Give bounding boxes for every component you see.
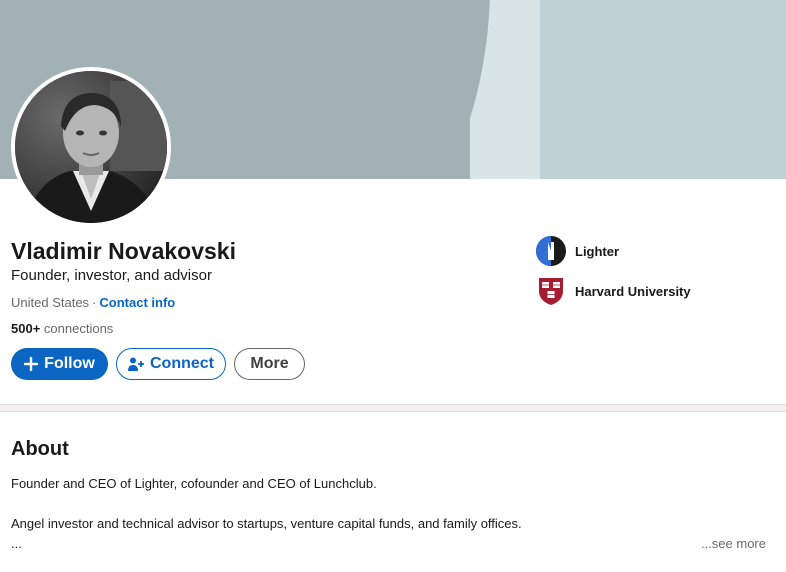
harvard-shield-icon <box>535 275 567 307</box>
connections-number: 500+ <box>11 321 41 336</box>
about-heading: About <box>11 438 69 460</box>
add-person-icon <box>128 357 144 371</box>
connect-button[interactable]: Connect <box>116 348 226 380</box>
profile-location: United States <box>11 295 90 310</box>
more-label: More <box>250 355 289 372</box>
plus-icon <box>24 357 39 371</box>
about-text-line: Angel investor and technical advisor to … <box>11 516 522 531</box>
org-item-lighter[interactable]: Lighter <box>535 235 619 267</box>
follow-label: Follow <box>44 355 95 372</box>
profile-photo[interactable] <box>11 67 171 227</box>
contact-info-link[interactable]: Contact info <box>99 295 175 310</box>
separator-dot: · <box>92 295 97 310</box>
banner-panel <box>540 0 786 179</box>
connections-count[interactable]: 500+ connections <box>11 321 113 336</box>
more-button[interactable]: More <box>234 348 305 380</box>
lighter-logo-icon <box>535 235 567 267</box>
see-more-link[interactable]: ...see more <box>701 536 766 551</box>
follow-button[interactable]: Follow <box>11 348 108 380</box>
connect-label: Connect <box>150 355 214 372</box>
org-name-harvard: Harvard University <box>575 283 691 299</box>
org-name-lighter: Lighter <box>575 243 620 259</box>
profile-headline: Founder, investor, and advisor <box>11 267 212 284</box>
section-divider <box>0 404 786 412</box>
org-item-harvard[interactable]: Harvard University <box>535 275 691 307</box>
about-ellipsis: ... <box>11 536 22 551</box>
connections-label: connections <box>43 321 114 336</box>
profile-name: Vladimir Novakovski <box>11 238 236 264</box>
about-text-line: Founder and CEO of Lighter, cofounder an… <box>11 476 377 491</box>
location-row: United States · Contact info <box>11 295 175 310</box>
